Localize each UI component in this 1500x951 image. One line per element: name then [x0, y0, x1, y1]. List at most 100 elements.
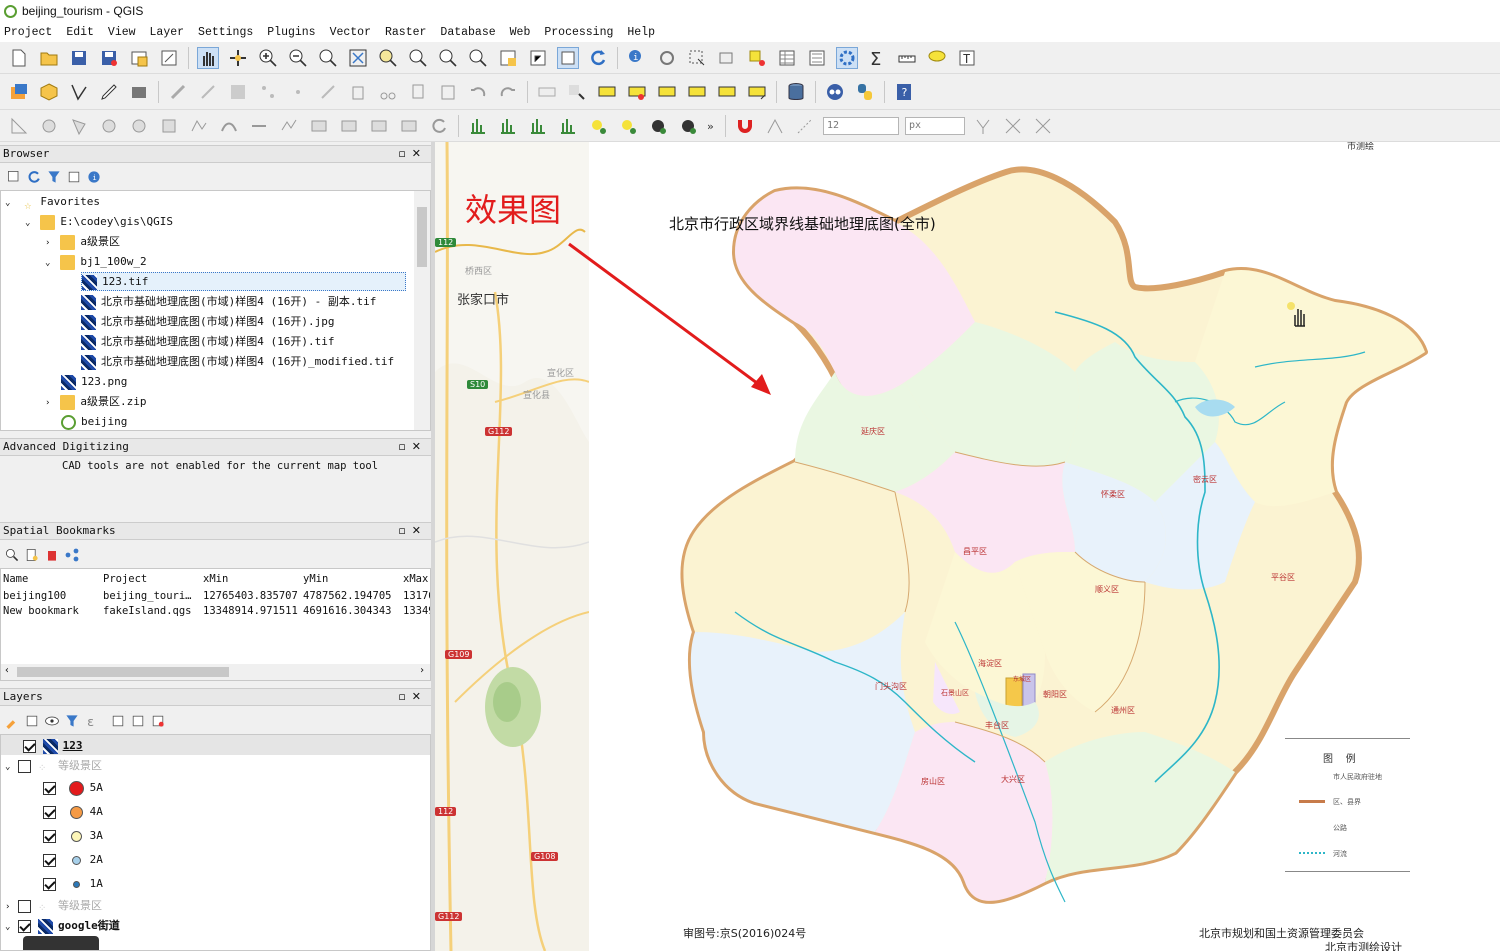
statistics-sigma-icon[interactable]: Σ — [866, 47, 888, 69]
add-selected-layers-icon[interactable] — [6, 166, 22, 188]
snapping-magnet-icon[interactable] — [734, 115, 756, 137]
snapping-segment-icon[interactable] — [794, 115, 816, 137]
change-label-icon[interactable] — [716, 81, 738, 103]
legend-item-4a[interactable]: 4A — [43, 802, 103, 822]
layer-visibility-checkbox[interactable] — [18, 919, 32, 933]
save-as-icon[interactable] — [98, 47, 120, 69]
delete-selected-icon[interactable] — [347, 81, 369, 103]
collapse-all-layers-icon[interactable] — [130, 710, 146, 732]
select-features-icon[interactable] — [686, 47, 708, 69]
column-header-ymin[interactable]: yMin — [303, 573, 328, 585]
processing-toolbox-icon[interactable] — [836, 46, 858, 69]
new-geopackage-icon[interactable] — [38, 81, 60, 103]
manage-visibility-icon[interactable] — [44, 710, 60, 732]
tree-item-raster-tif[interactable]: 北京市基础地理底图(市域)样图4 (16开).tif — [81, 332, 334, 352]
data-source-manager-icon[interactable] — [8, 81, 30, 103]
zoom-full-icon[interactable] — [347, 47, 369, 69]
column-header-xmin[interactable]: xMin — [203, 573, 228, 585]
refresh-browser-icon[interactable] — [26, 166, 42, 188]
tree-item-qgis-folder[interactable]: ⌄ E:\codey\gis\QGIS — [25, 212, 173, 232]
snapping-topology-icon[interactable] — [1002, 115, 1024, 137]
histogram-icon[interactable] — [467, 115, 489, 137]
add-point-icon[interactable] — [257, 81, 279, 103]
temporal-controller-icon[interactable] — [527, 47, 549, 69]
modify-attributes-icon[interactable] — [317, 81, 339, 103]
layout-manager-icon[interactable] — [158, 47, 180, 69]
change-label-properties-icon[interactable] — [746, 81, 768, 103]
python-console-icon[interactable] — [854, 81, 876, 103]
save-edits-icon[interactable] — [128, 81, 150, 103]
bookmark-name[interactable]: New bookmark — [3, 605, 79, 617]
new-project-icon[interactable] — [8, 47, 30, 69]
remove-layer-icon[interactable] — [150, 710, 166, 732]
fill-ring-icon[interactable] — [98, 115, 120, 137]
category-checkbox[interactable] — [43, 805, 56, 819]
collapse-arrow-icon[interactable]: ⌄ — [5, 198, 10, 208]
tree-item-raster-copy[interactable]: 北京市基础地理底图(市域)样图4 (16开) - 副本.tif — [81, 292, 376, 312]
copy-features-icon[interactable] — [407, 81, 429, 103]
snapping-tolerance-input[interactable]: 12 — [823, 116, 899, 135]
category-checkbox[interactable] — [43, 829, 56, 843]
zoom-out-icon[interactable] — [287, 47, 309, 69]
add-group-icon[interactable] — [24, 710, 40, 732]
collapse-all-icon[interactable] — [66, 166, 82, 188]
expand-arrow-icon[interactable]: › — [5, 902, 10, 912]
filter-browser-icon[interactable] — [46, 166, 62, 188]
redo-icon[interactable] — [497, 81, 519, 103]
feature-action-icon[interactable] — [656, 47, 678, 69]
tree-item-raster-jpg[interactable]: 北京市基础地理底图(市域)样图4 (16开).jpg — [81, 312, 334, 332]
cad-tools-icon[interactable] — [8, 115, 30, 137]
open-project-icon[interactable] — [38, 47, 60, 69]
text-annotation-icon[interactable]: T — [956, 47, 978, 69]
panel-float-close-icon[interactable]: ▫✕ — [398, 439, 427, 455]
add-ring-icon[interactable] — [38, 115, 60, 137]
zoom-in-icon[interactable] — [257, 47, 279, 69]
reverse-line-icon[interactable] — [248, 115, 270, 137]
menu-plugins[interactable]: Plugins — [267, 26, 315, 39]
current-edits-icon[interactable] — [167, 81, 189, 103]
scroll-right-icon[interactable]: › — [419, 665, 425, 676]
local-histogram-icon[interactable] — [527, 115, 549, 137]
simplify-icon[interactable] — [278, 115, 300, 137]
snapping-vertex-icon[interactable] — [764, 115, 786, 137]
field-calculator-icon[interactable] — [806, 47, 828, 69]
zoom-to-bookmark-icon[interactable] — [4, 544, 20, 566]
column-header-name[interactable]: Name — [3, 573, 28, 585]
more-tools-icon[interactable]: » — [707, 115, 717, 137]
delete-bookmark-icon[interactable] — [44, 544, 60, 566]
help-icon[interactable]: ? — [893, 81, 915, 103]
tree-item-123-png[interactable]: 123.png — [61, 372, 127, 392]
offset-curve-icon[interactable] — [218, 115, 240, 137]
deselect-icon[interactable] — [716, 47, 738, 69]
decrease-contrast-icon[interactable] — [677, 115, 699, 137]
decrease-brightness-icon[interactable] — [617, 115, 639, 137]
menu-view[interactable]: View — [108, 26, 136, 39]
expand-arrow-icon[interactable]: › — [45, 398, 50, 408]
zoom-to-layer-icon[interactable] — [407, 47, 429, 69]
layer-visibility-checkbox[interactable] — [18, 899, 32, 913]
pencil-icon[interactable] — [98, 81, 120, 103]
menu-processing[interactable]: Processing — [544, 26, 613, 39]
merge-features-icon[interactable] — [368, 115, 390, 137]
tree-item-bj1-folder[interactable]: ⌄ bj1_100w_2 — [45, 252, 147, 272]
metasearch-icon[interactable] — [824, 81, 846, 103]
expand-all-icon[interactable] — [110, 710, 126, 732]
tree-item-a-level-folder[interactable]: › a级景区 — [45, 232, 120, 252]
layer-visibility-checkbox[interactable] — [23, 739, 36, 753]
db-manager-icon[interactable] — [785, 81, 807, 103]
collapse-arrow-icon[interactable]: ⌄ — [5, 922, 10, 932]
menu-help[interactable]: Help — [627, 26, 655, 39]
delete-part-icon[interactable] — [158, 115, 180, 137]
select-by-expression-icon[interactable] — [746, 47, 768, 69]
rotate-label-icon[interactable] — [686, 81, 708, 103]
layer-item-123[interactable]: 123 — [23, 736, 83, 756]
map-tips-icon[interactable] — [926, 47, 948, 69]
snapping-intersection-icon[interactable] — [972, 115, 994, 137]
histogram-stretch-icon[interactable] — [497, 115, 519, 137]
tree-item-123-tif[interactable]: 123.tif — [81, 272, 406, 291]
filter-by-expression-icon[interactable]: ε — [84, 710, 106, 732]
filter-legend-icon[interactable] — [64, 710, 80, 732]
split-features-icon[interactable] — [308, 115, 330, 137]
zoom-to-selection-icon[interactable] — [377, 47, 399, 69]
tree-item-a-level-zip[interactable]: › a级景区.zip — [45, 392, 147, 412]
